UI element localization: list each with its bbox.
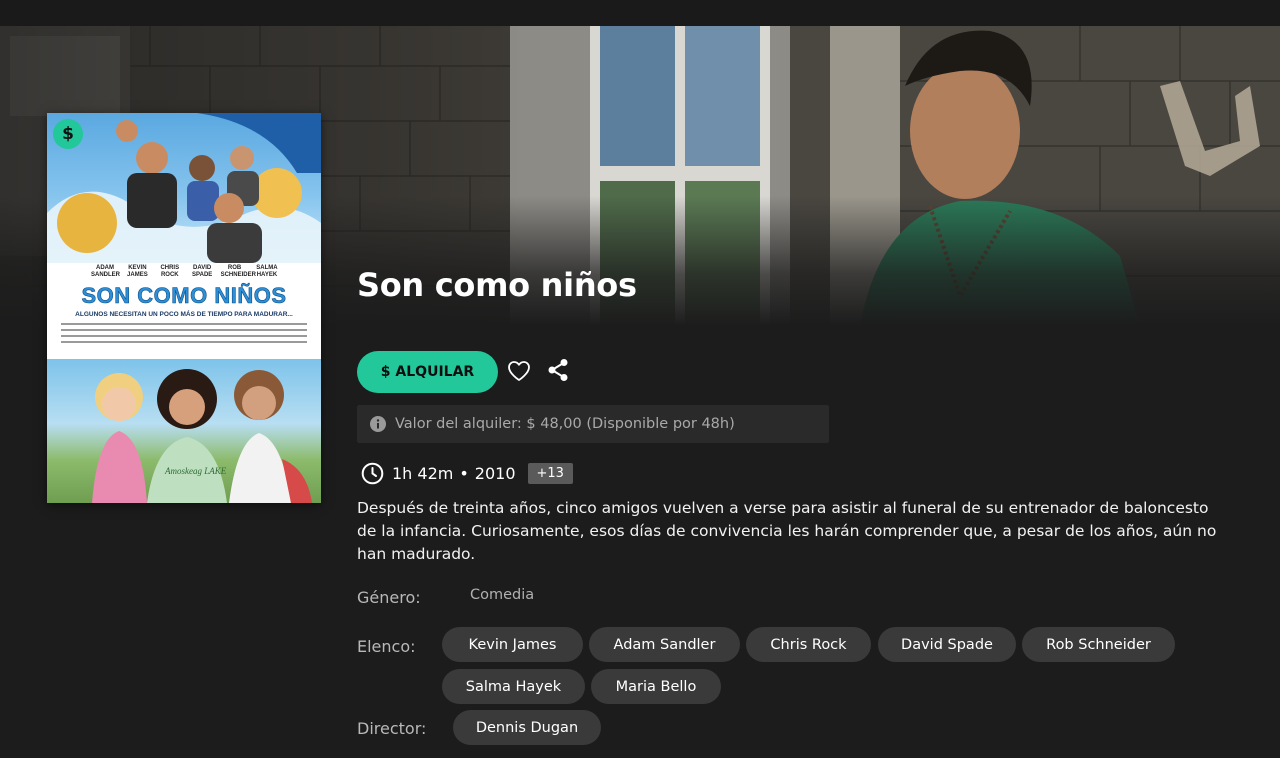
director-label: Director: [357,719,427,738]
share-icon [548,359,568,381]
movie-duration: 1h 42m [392,463,454,483]
poster-women-illustration: Amoskeag LAKE [92,369,312,503]
cast-chip-kevin-james[interactable]: Kevin James [442,627,583,662]
info-icon [370,416,386,432]
poster-waterslide-illustration [47,113,321,263]
cast-chip-adam-sandler[interactable]: Adam Sandler [589,627,740,662]
poster-top-artwork [47,113,321,263]
clock-icon [361,462,384,485]
poster-name: ADAM SANDLER [91,265,121,278]
poster-name: DAVID SPADE [192,265,213,278]
rent-info-text: Valor del alquiler: $ 48,00 (Disponible … [395,416,735,432]
movie-year: 2010 [474,463,516,483]
movie-meta: 1h 42m • 2010 +13 [361,460,573,486]
poster-bottom-artwork: Amoskeag LAKE [47,359,321,503]
poster-shirt-text: Amoskeag LAKE [164,466,227,476]
heart-outline-icon [508,361,530,381]
cast-chip-rob-schneider[interactable]: Rob Schneider [1022,627,1175,662]
cast-chip-salma-hayek[interactable]: Salma Hayek [442,669,585,704]
poster-title: SON COMO NIÑOS [81,283,287,309]
meta-separator: • [459,463,469,483]
cast-chip-maria-bello[interactable]: Maria Bello [591,669,721,704]
poster-tagline: ALGUNOS NECESITAN UN POCO MÁS DE TIEMPO … [75,311,293,318]
age-rating-badge: +13 [527,462,573,484]
cast-chip-chris-rock[interactable]: Chris Rock [746,627,871,662]
poster-price-badge: $ [53,119,83,149]
movie-detail-page: ADAM SANDLER KEVIN JAMES CHRIS ROCK DAVI… [0,0,1280,758]
favorite-button[interactable] [506,358,532,384]
poster-name: KEVIN JAMES [127,265,148,278]
movie-poster[interactable]: ADAM SANDLER KEVIN JAMES CHRIS ROCK DAVI… [47,113,321,503]
poster-cast-names: ADAM SANDLER KEVIN JAMES CHRIS ROCK DAVI… [91,265,281,279]
poster-name: ROB SCHNEIDER [220,265,256,278]
rent-info-box: Valor del alquiler: $ 48,00 (Disponible … [357,405,829,443]
director-chip-dennis-dugan[interactable]: Dennis Dugan [453,710,601,745]
share-button[interactable] [545,357,571,383]
cast-label: Elenco: [357,637,416,656]
poster-name: SALMA HAYEK [256,265,278,278]
genre-label: Género: [357,588,421,607]
genre-link[interactable]: Comedia [470,587,534,603]
rent-button[interactable]: $ ALQUILAR [357,351,498,393]
cast-chip-david-spade[interactable]: David Spade [878,627,1016,662]
poster-name: CHRIS ROCK [160,265,180,278]
movie-synopsis: Después de treinta años, cinco amigos vu… [357,499,1217,563]
movie-title: Son como niños [357,266,637,304]
poster-credit-block [61,323,307,353]
top-bar [0,0,1280,26]
